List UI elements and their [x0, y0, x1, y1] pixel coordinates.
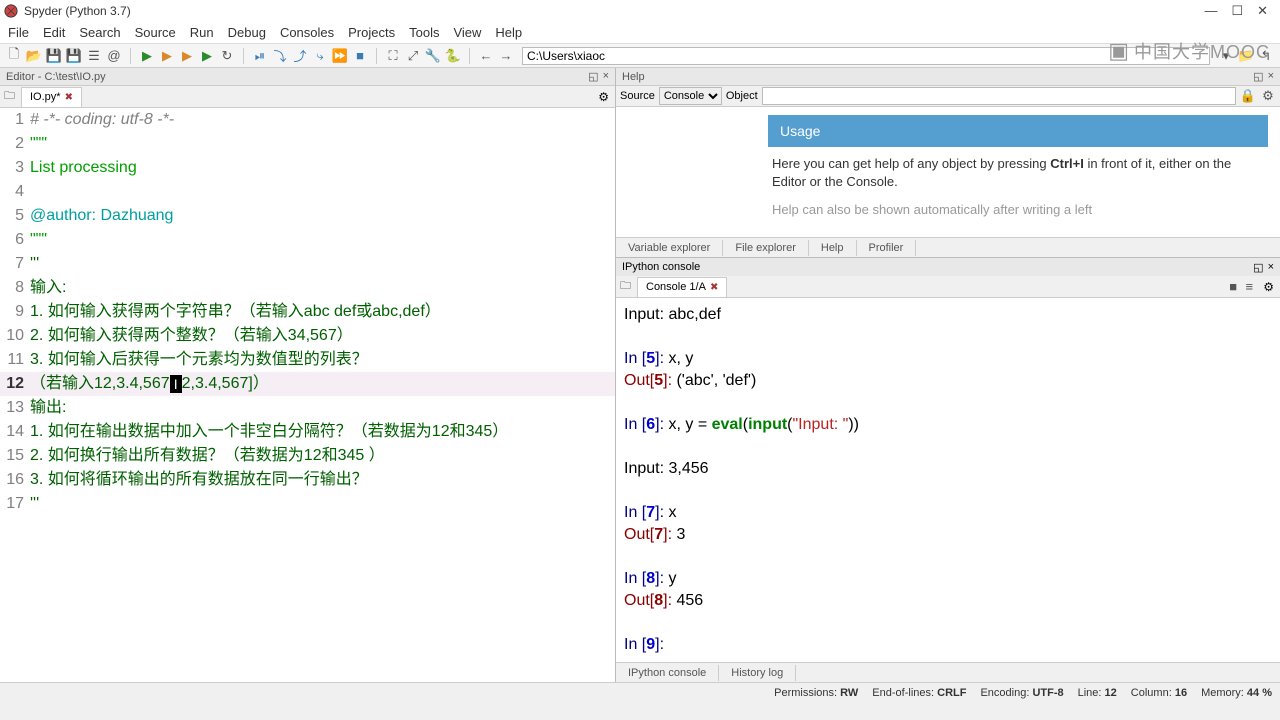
console-pane-title: IPython console: [622, 261, 700, 273]
menu-run[interactable]: Run: [190, 25, 214, 40]
undock-help-icon[interactable]: ◱: [1253, 70, 1263, 83]
help-source-select[interactable]: Console: [659, 87, 722, 105]
mooc-watermark: ▣ 中国大学MOOC: [1108, 38, 1270, 64]
menu-tools[interactable]: Tools: [409, 25, 439, 40]
tab-ipython-console[interactable]: IPython console: [616, 665, 719, 681]
menu-search[interactable]: Search: [79, 25, 120, 40]
run-cell-icon[interactable]: ▶: [159, 48, 175, 64]
lock-icon[interactable]: 🔒: [1240, 88, 1256, 104]
tab-profiler[interactable]: Profiler: [857, 240, 917, 256]
run-cell-advance-icon[interactable]: ▶: [179, 48, 195, 64]
close-console-icon[interactable]: ×: [1268, 261, 1274, 274]
help-options-icon[interactable]: ⚙: [1260, 88, 1276, 104]
menu-help[interactable]: Help: [495, 25, 522, 40]
menu-edit[interactable]: Edit: [43, 25, 65, 40]
usage-header: Usage: [768, 115, 1268, 147]
help-object-input[interactable]: [762, 87, 1236, 105]
save-all-icon[interactable]: 💾: [66, 48, 82, 64]
run-icon[interactable]: ▶: [139, 48, 155, 64]
maximize-pane-icon[interactable]: ⛶: [385, 48, 401, 64]
menu-projects[interactable]: Projects: [348, 25, 395, 40]
menu-file[interactable]: File: [8, 25, 29, 40]
toolbar: 🗋 📂 💾 💾 ☰ @ ▶ ▶ ▶ ▶ ↻ ⏯ ⤵ ⤴ ⤷ ⏩ ■ ⛶ ⤢ 🔧 …: [0, 44, 1280, 68]
console-pane-tabs: IPython console History log: [616, 662, 1280, 682]
console-options-icon[interactable]: ≡: [1241, 279, 1257, 295]
console-browser-icon[interactable]: 🗀: [616, 277, 635, 296]
titlebar: Spyder (Python 3.7) — ☐ ✕: [0, 0, 1280, 22]
help-pane-title: Help: [622, 71, 645, 83]
editor-tab[interactable]: IO.py* ✖: [21, 87, 82, 107]
spyder-icon: [4, 4, 18, 18]
back-icon[interactable]: ←: [478, 48, 494, 64]
menu-source[interactable]: Source: [135, 25, 176, 40]
step-out-icon[interactable]: ⤷: [312, 48, 328, 64]
close-pane-icon[interactable]: ×: [603, 70, 609, 83]
undock-console-icon[interactable]: ◱: [1253, 261, 1263, 274]
menu-consoles[interactable]: Consoles: [280, 25, 334, 40]
minimize-button[interactable]: —: [1204, 3, 1217, 19]
run-selection-icon[interactable]: ▶: [199, 48, 215, 64]
close-console-tab-icon[interactable]: ✖: [710, 282, 718, 293]
help-content: Usage Here you can get help of any objec…: [616, 107, 1280, 237]
rerun-icon[interactable]: ↻: [219, 48, 235, 64]
editor-pane-title: Editor - C:\test\IO.py: [6, 71, 106, 83]
save-icon[interactable]: 💾: [46, 48, 62, 64]
console-output[interactable]: Input: abc,def In [5]: x, y Out[5]: ('ab…: [616, 298, 1280, 662]
at-icon[interactable]: @: [106, 48, 122, 64]
menu-debug[interactable]: Debug: [228, 25, 266, 40]
code-editor[interactable]: 1# -*- coding: utf-8 -*- 2""" 3List proc…: [0, 108, 615, 682]
statusbar: Permissions: RW End-of-lines: CRLF Encod…: [0, 682, 1280, 702]
preferences-icon[interactable]: 🔧: [425, 48, 441, 64]
close-button[interactable]: ✕: [1257, 3, 1268, 19]
window-title: Spyder (Python 3.7): [24, 4, 1204, 18]
console-tab[interactable]: Console 1/A ✖: [637, 277, 727, 297]
stop-console-icon[interactable]: ■: [1225, 279, 1241, 295]
tab-history-log[interactable]: History log: [719, 665, 796, 681]
console-gear-icon[interactable]: ⚙: [1257, 280, 1280, 294]
step-over-icon[interactable]: ⤵: [272, 48, 288, 64]
fullscreen-icon[interactable]: ⤢: [405, 48, 421, 64]
menu-view[interactable]: View: [453, 25, 481, 40]
step-into-icon[interactable]: ⤴: [292, 48, 308, 64]
python-path-icon[interactable]: 🐍: [445, 48, 461, 64]
tab-variable-explorer[interactable]: Variable explorer: [616, 240, 723, 256]
debug-icon[interactable]: ⏯: [252, 48, 268, 64]
list-icon[interactable]: ☰: [86, 48, 102, 64]
open-file-icon[interactable]: 📂: [26, 48, 42, 64]
new-file-icon[interactable]: 🗋: [6, 48, 22, 64]
maximize-button[interactable]: ☐: [1231, 3, 1243, 19]
editor-options-icon[interactable]: ⚙: [592, 90, 615, 104]
tab-file-explorer[interactable]: File explorer: [723, 240, 809, 256]
stop-debug-icon[interactable]: ■: [352, 48, 368, 64]
forward-icon[interactable]: →: [498, 48, 514, 64]
help-pane-tabs: Variable explorer File explorer Help Pro…: [616, 237, 1280, 257]
close-tab-icon[interactable]: ✖: [65, 92, 73, 103]
undock-icon[interactable]: ◱: [588, 70, 598, 83]
working-dir-input[interactable]: [522, 47, 1210, 65]
file-browser-icon[interactable]: 🗀: [0, 87, 19, 106]
close-help-icon[interactable]: ×: [1268, 70, 1274, 83]
continue-icon[interactable]: ⏩: [332, 48, 348, 64]
menubar: File Edit Search Source Run Debug Consol…: [0, 22, 1280, 44]
tab-help[interactable]: Help: [809, 240, 857, 256]
